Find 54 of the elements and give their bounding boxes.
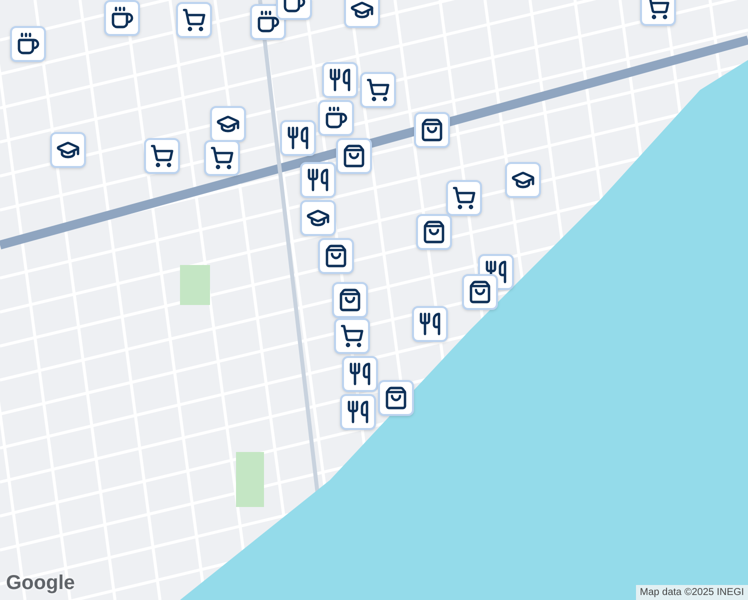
map-marker[interactable]: [318, 238, 354, 274]
map-marker[interactable]: [640, 0, 676, 26]
cart-icon: [210, 146, 234, 170]
map-marker[interactable]: [360, 72, 396, 108]
bag-icon: [420, 118, 444, 142]
map-marker[interactable]: [204, 140, 240, 176]
fork-knife-icon: [418, 312, 442, 336]
map-marker[interactable]: [414, 112, 450, 148]
map-marker[interactable]: [300, 162, 336, 198]
map-marker[interactable]: [416, 214, 452, 250]
map-marker[interactable]: [344, 0, 380, 28]
cup-icon: [256, 10, 280, 34]
cart-icon: [452, 186, 476, 210]
map-marker[interactable]: [412, 306, 448, 342]
bag-icon: [338, 288, 362, 312]
cup-icon: [110, 6, 134, 30]
bag-icon: [324, 244, 348, 268]
cup-icon: [16, 32, 40, 56]
map-marker[interactable]: [342, 356, 378, 392]
cart-icon: [182, 8, 206, 32]
map-marker[interactable]: [104, 0, 140, 36]
map-marker[interactable]: [446, 180, 482, 216]
map-attribution: Map data ©2025 INEGI: [636, 585, 748, 600]
bag-icon: [468, 280, 492, 304]
map-marker[interactable]: [322, 62, 358, 98]
cart-icon: [150, 144, 174, 168]
fork-knife-icon: [328, 68, 352, 92]
fork-knife-icon: [348, 362, 372, 386]
map-marker[interactable]: [176, 2, 212, 38]
map-marker[interactable]: [300, 200, 336, 236]
bag-icon: [384, 386, 408, 410]
map-logo[interactable]: Google: [6, 568, 75, 598]
fork-knife-icon: [286, 126, 310, 150]
map-marker[interactable]: [332, 282, 368, 318]
cup-icon: [324, 106, 348, 130]
bag-icon: [342, 144, 366, 168]
map-marker[interactable]: [144, 138, 180, 174]
fork-knife-icon: [306, 168, 330, 192]
map-marker[interactable]: [340, 394, 376, 430]
map-marker[interactable]: [50, 132, 86, 168]
map-marker[interactable]: [280, 120, 316, 156]
fork-knife-icon: [484, 260, 508, 284]
map-marker[interactable]: [334, 318, 370, 354]
bag-icon: [422, 220, 446, 244]
cart-icon: [366, 78, 390, 102]
map-marker[interactable]: [378, 380, 414, 416]
map-marker[interactable]: [462, 274, 498, 310]
map-marker[interactable]: [10, 26, 46, 62]
map-marker[interactable]: [210, 106, 246, 142]
map-marker[interactable]: [318, 100, 354, 136]
fork-knife-icon: [346, 400, 370, 424]
cart-icon: [340, 324, 364, 348]
map-marker[interactable]: [336, 138, 372, 174]
map-marker[interactable]: [505, 162, 541, 198]
